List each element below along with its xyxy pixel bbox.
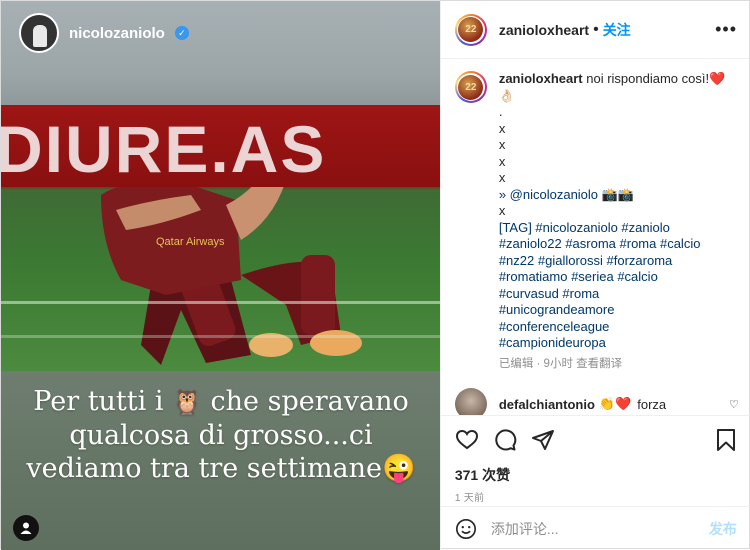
caption-comment: 22 zanioloxheart noi rispondiamo così!❤️… bbox=[454, 71, 739, 372]
caption-author-avatar[interactable]: 22 bbox=[454, 71, 487, 103]
caption-line: x bbox=[498, 203, 506, 218]
post-date[interactable]: 1 天前 bbox=[455, 489, 485, 504]
commenter-username[interactable]: defalchiantonio bbox=[499, 397, 595, 412]
stadium-banner: DIURE.AS bbox=[1, 105, 440, 187]
caption-line: x bbox=[498, 120, 506, 136]
share-icon[interactable] bbox=[531, 428, 555, 452]
tagged-users-button[interactable] bbox=[13, 515, 39, 541]
verified-icon: ✓ bbox=[174, 26, 189, 40]
credit-mention[interactable]: » @nicolozaniolo 📸📸 bbox=[499, 187, 731, 204]
like-heart-icon[interactable] bbox=[455, 428, 479, 452]
owl-emoji: 🦉 bbox=[172, 388, 202, 416]
likes-count[interactable]: 371 次赞 bbox=[455, 465, 510, 485]
story-header: nicolozaniolo ✓ bbox=[19, 13, 189, 53]
caption-author[interactable]: zanioloxheart bbox=[499, 71, 583, 86]
more-options-icon[interactable]: ••• bbox=[715, 19, 737, 40]
caption-meta[interactable]: 已编辑 · 9小时 查看翻译 bbox=[499, 356, 731, 373]
follow-button[interactable]: 关注 bbox=[603, 20, 631, 40]
add-comment-bar: 添加评论... 发布 bbox=[440, 506, 750, 550]
pitch-line bbox=[1, 335, 440, 338]
separator-dot: • bbox=[593, 20, 599, 38]
hashtag-line[interactable]: #campionideuropa bbox=[499, 335, 731, 352]
pitch-line bbox=[1, 301, 440, 304]
comment-like-icon[interactable]: ♡ bbox=[729, 398, 739, 411]
comment-emojis: 👏❤️ bbox=[598, 396, 632, 411]
caption-line: x bbox=[498, 153, 506, 169]
comment-icon[interactable] bbox=[493, 428, 517, 452]
story-avatar[interactable] bbox=[19, 13, 59, 53]
caption-text: noi rispondiamo così! bbox=[586, 71, 710, 86]
hashtag-line[interactable]: #zaniolo22 #asroma #roma #calcio bbox=[499, 236, 731, 253]
story-caption: Per tutti i 🦉 che speravano qualcosa di … bbox=[1, 385, 440, 485]
comment-text: forza bbox=[637, 396, 667, 412]
caption-text: qualcosa di grosso...ci bbox=[69, 420, 373, 451]
hashtag-line[interactable]: [TAG] #nicolozaniolo #zaniolo bbox=[499, 220, 731, 237]
commenter-avatar[interactable] bbox=[454, 388, 487, 415]
post-comment-button[interactable]: 发布 bbox=[709, 519, 737, 539]
hashtag-line[interactable]: #conferenceleague bbox=[499, 319, 731, 336]
author-username[interactable]: zanioloxheart bbox=[499, 22, 589, 38]
caption-line: x bbox=[498, 170, 506, 185]
caption-text: vediamo tra tre settimane bbox=[26, 453, 383, 484]
avatar-number: 22 bbox=[458, 74, 484, 100]
banner-text: DIURE.AS bbox=[1, 112, 327, 186]
hashtag-line[interactable]: #curvasud #roma bbox=[499, 286, 731, 303]
post-header: 22 zanioloxheart • 关注 ••• bbox=[440, 1, 749, 59]
caption-line: . bbox=[498, 104, 503, 119]
avatar-number: 22 bbox=[458, 17, 484, 42]
hashtag-line[interactable]: #unicograndeamore bbox=[499, 302, 731, 319]
action-bar bbox=[440, 415, 750, 463]
caption-line: x bbox=[498, 137, 506, 152]
hashtag-line[interactable]: #nz22 #giallorossi #forzaroma bbox=[499, 253, 731, 270]
user-icon bbox=[20, 522, 32, 534]
svg-text:Qatar Airways: Qatar Airways bbox=[156, 236, 225, 248]
comment-input[interactable]: 添加评论... bbox=[491, 519, 559, 539]
caption-text: che speravano bbox=[201, 386, 409, 417]
hashtag-line[interactable]: #romatiamo #seriea #calcio bbox=[499, 269, 731, 286]
wink-emoji: 😜 bbox=[382, 453, 416, 484]
author-avatar[interactable]: 22 bbox=[454, 13, 487, 46]
caption-body: zanioloxheart noi rispondiamo così!❤️👌🏻 … bbox=[499, 71, 731, 372]
post-panel: 22 zanioloxheart • 关注 ••• 22 zanioloxhea… bbox=[439, 1, 750, 550]
instagram-post-window: nicolozaniolo ✓ DIURE.AS Qatar Airways P… bbox=[0, 0, 750, 550]
comments-section[interactable]: 22 zanioloxheart noi rispondiamo così!❤️… bbox=[441, 59, 750, 415]
post-media[interactable]: nicolozaniolo ✓ DIURE.AS Qatar Airways P… bbox=[1, 1, 440, 550]
caption-text: Per tutti i bbox=[33, 386, 173, 417]
comment-row: defalchiantonio 👏❤️ forza ♡ bbox=[454, 388, 739, 415]
story-username[interactable]: nicolozaniolo bbox=[69, 25, 165, 42]
save-bookmark-icon[interactable] bbox=[715, 428, 737, 452]
story-photo: DIURE.AS Qatar Airways bbox=[1, 105, 440, 371]
emoji-icon[interactable] bbox=[455, 518, 477, 540]
